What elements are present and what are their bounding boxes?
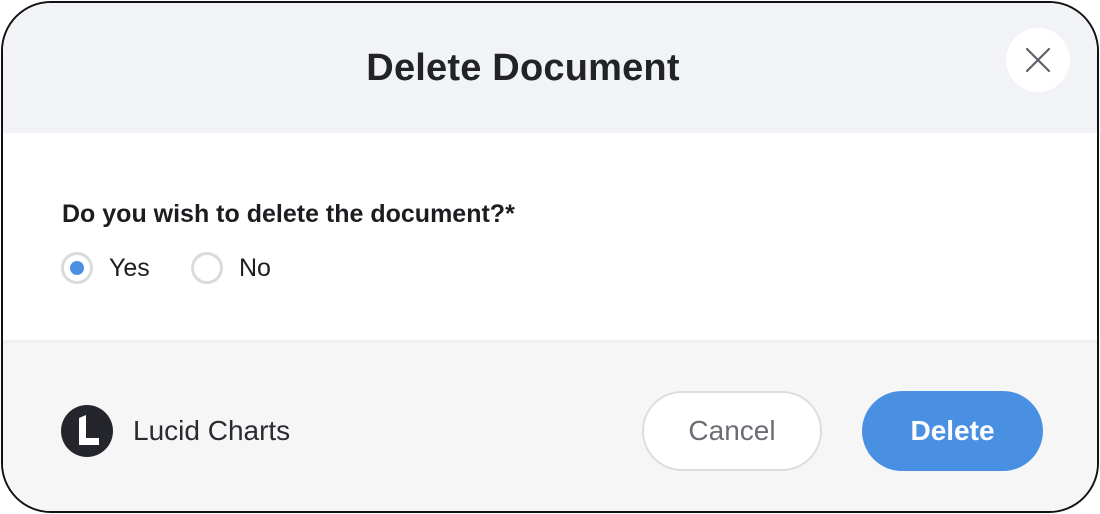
dialog-header: Delete Document: [3, 3, 1097, 133]
radio-yes-label: Yes: [109, 253, 150, 282]
delete-button[interactable]: Delete: [862, 391, 1043, 471]
brand-name: Lucid Charts: [133, 415, 291, 446]
close-button[interactable]: [1006, 28, 1070, 92]
close-icon: [1025, 47, 1051, 73]
radio-yes-button[interactable]: [61, 252, 93, 284]
brand: Lucid Charts: [61, 405, 290, 457]
delete-question-label: Do you wish to delete the document?*: [62, 200, 515, 228]
lucid-logo-icon: [61, 405, 113, 457]
dialog-footer: Lucid Charts Cancel Delete: [3, 340, 1097, 511]
radio-no-label: No: [239, 253, 271, 282]
dialog-body: Do you wish to delete the document?* Yes…: [3, 133, 1097, 340]
dialog-title: Delete Document: [366, 47, 680, 89]
radio-no-button[interactable]: [191, 252, 223, 284]
delete-document-dialog: Delete Document Do you wish to delete th…: [1, 1, 1099, 513]
cancel-button[interactable]: Cancel: [642, 391, 822, 471]
radio-option-no[interactable]: No: [191, 248, 271, 288]
radio-option-yes[interactable]: Yes: [61, 248, 150, 288]
